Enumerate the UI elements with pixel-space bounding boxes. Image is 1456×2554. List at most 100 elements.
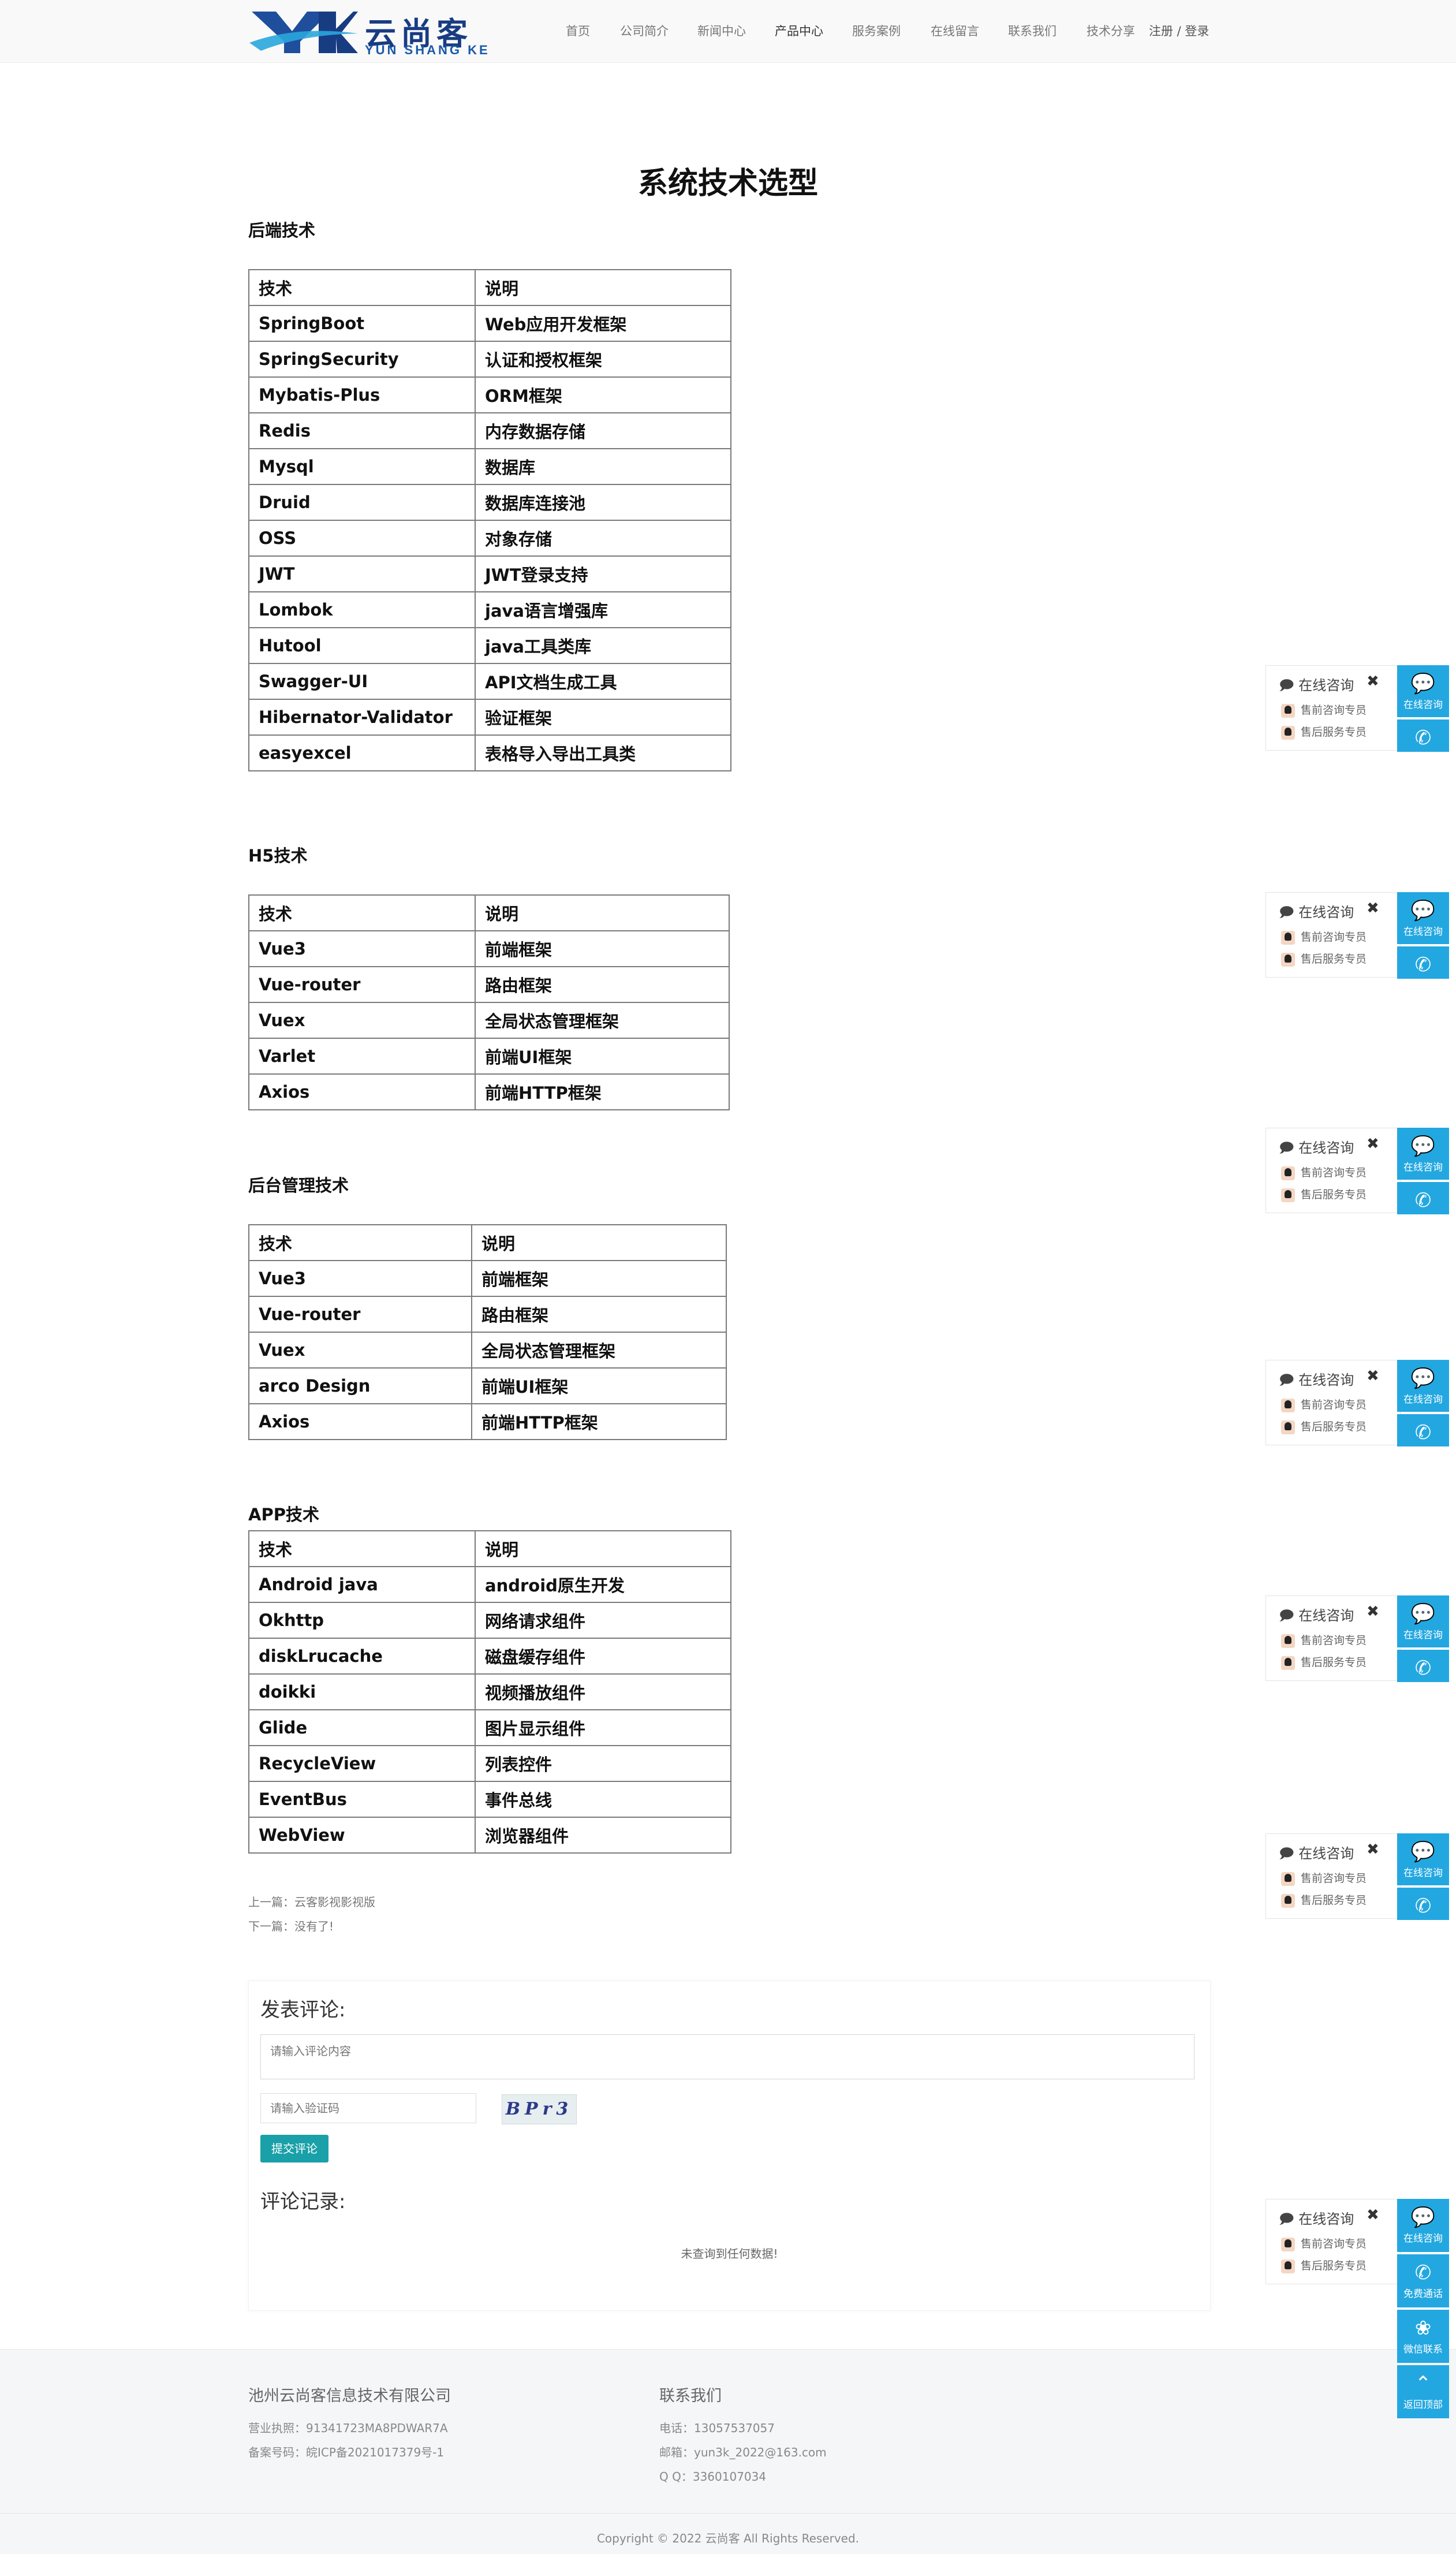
online-consult-panel: 🗩 在线咨询 ✖ 售前咨询专员 售后服务专员: [1265, 1595, 1401, 1681]
aftersale-consult-link[interactable]: 售后服务专员: [1281, 2257, 1367, 2273]
free-call-button[interactable]: ✆免费通话: [1397, 719, 1449, 752]
close-icon[interactable]: ✖: [1367, 1603, 1379, 1620]
free-call-button[interactable]: ✆免费通话: [1397, 946, 1449, 979]
table-header-cell: 说明: [475, 894, 730, 931]
table-header-cell: 说明: [475, 269, 731, 306]
presale-consult-link[interactable]: 售前咨询专员: [1281, 1164, 1367, 1180]
back-to-top-button[interactable]: ⌃ 返回顶部: [1397, 2365, 1449, 2418]
presale-consult-link[interactable]: 售前咨询专员: [1281, 2235, 1367, 2251]
aftersale-consult-link[interactable]: 售后服务专员: [1281, 1892, 1367, 1908]
table-row: Glide 图片显示组件: [248, 1709, 731, 1746]
tech-name-cell: RecycleView: [248, 1745, 476, 1782]
nav-home[interactable]: 首页: [566, 22, 590, 39]
tech-desc-cell: 表格导入导出工具类: [475, 734, 731, 771]
footer-company-col: 池州云尚客信息技术有限公司 营业执照：91341723MA8PDWAR7A 备案…: [248, 2383, 451, 2464]
aftersale-consult-link[interactable]: 售后服务专员: [1281, 1418, 1367, 1434]
close-icon[interactable]: ✖: [1367, 900, 1379, 917]
nav-products[interactable]: 产品中心: [775, 22, 823, 39]
close-icon[interactable]: ✖: [1367, 1367, 1379, 1385]
close-icon[interactable]: ✖: [1367, 2206, 1379, 2224]
tech-desc-cell: JWT登录支持: [475, 555, 731, 592]
aftersale-consult-link[interactable]: 售后服务专员: [1281, 950, 1367, 967]
tech-name-cell: SpringSecurity: [248, 341, 476, 378]
phone-icon: ✆: [1414, 1895, 1432, 1918]
free-call-button[interactable]: ✆免费通话: [1397, 1414, 1449, 1446]
table-row: Vue-router 路由框架: [248, 966, 730, 1003]
table-row: RecycleView 列表控件: [248, 1745, 731, 1782]
qq-avatar-icon: [1281, 1188, 1295, 1202]
nav-message[interactable]: 在线留言: [931, 22, 979, 39]
tech-desc-cell: 前端框架: [471, 1260, 727, 1297]
next-article-link[interactable]: 下一篇：没有了!: [248, 1917, 334, 1934]
submit-comment-button[interactable]: 提交评论: [260, 2135, 328, 2162]
free-call-button[interactable]: ✆免费通话: [1397, 2254, 1449, 2307]
floating-contact-widget: 🗩 在线咨询 ✖ 售前咨询专员 售后服务专员 💬在线咨询 ✆免费通话: [1265, 1833, 1456, 1920]
online-consult-panel: 🗩 在线咨询 ✖ 售前咨询专员 售后服务专员: [1265, 665, 1401, 751]
table-header-cell: 技术: [248, 269, 476, 306]
presale-consult-link[interactable]: 售前咨询专员: [1281, 929, 1367, 945]
close-icon[interactable]: ✖: [1367, 673, 1379, 690]
qq-avatar-icon: [1281, 1420, 1295, 1434]
tech-name-cell: Vue3: [248, 930, 476, 967]
phone-icon: ✆: [1414, 1657, 1432, 1680]
free-call-button[interactable]: ✆免费通话: [1397, 1888, 1449, 1920]
online-consult-button[interactable]: 💬 在线咨询: [1397, 1833, 1449, 1885]
tech-desc-cell: 前端框架: [475, 930, 730, 967]
tech-desc-cell: ORM框架: [475, 376, 731, 413]
close-icon[interactable]: ✖: [1367, 1841, 1379, 1858]
page-title: 系统技术选型: [637, 166, 818, 201]
online-consult-button[interactable]: 💬 在线咨询: [1397, 1360, 1449, 1412]
presale-consult-link[interactable]: 售前咨询专员: [1281, 702, 1367, 718]
nav-about[interactable]: 公司简介: [620, 22, 669, 39]
footer-email: 邮箱：yun3k_2022@163.com: [659, 2445, 827, 2459]
aftersale-consult-link[interactable]: 售后服务专员: [1281, 1186, 1367, 1202]
site-logo[interactable]: 云尚客 YUN SHANG KE: [249, 6, 498, 57]
table-row: diskLrucache 磁盘缓存组件: [248, 1638, 731, 1675]
section-heading-backend: 后端技术: [248, 221, 316, 240]
free-call-button[interactable]: ✆免费通话: [1397, 1650, 1449, 1682]
nav-news[interactable]: 新闻中心: [697, 22, 746, 39]
tech-name-cell: Swagger-UI: [248, 663, 476, 700]
footer-icp[interactable]: 备案号码：皖ICP备2021017379号-1: [248, 2440, 451, 2464]
free-call-button[interactable]: ✆免费通话: [1397, 1182, 1449, 1214]
tech-name-cell: Varlet: [248, 1038, 476, 1075]
table-row: Vuex 全局状态管理框架: [248, 1332, 727, 1369]
online-consult-panel: 🗩 在线咨询 ✖ 售前咨询专员 售后服务专员: [1265, 1128, 1401, 1213]
footer: 池州云尚客信息技术有限公司 营业执照：91341723MA8PDWAR7A 备案…: [0, 2349, 1456, 2554]
nav-contact[interactable]: 联系我们: [1008, 22, 1056, 39]
presale-consult-link[interactable]: 售前咨询专员: [1281, 1632, 1367, 1648]
section-heading-admin: 后台管理技术: [248, 1176, 349, 1195]
presale-consult-link[interactable]: 售前咨询专员: [1281, 1870, 1367, 1886]
presale-consult-link[interactable]: 售前咨询专员: [1281, 1396, 1367, 1412]
aftersale-consult-link[interactable]: 售后服务专员: [1281, 724, 1367, 740]
aftersale-consult-link[interactable]: 售后服务专员: [1281, 1654, 1367, 1670]
online-consult-button[interactable]: 💬 在线咨询: [1397, 2199, 1449, 2252]
online-consult-button[interactable]: 💬 在线咨询: [1397, 892, 1449, 944]
online-consult-button[interactable]: 💬 在线咨询: [1397, 665, 1449, 717]
table-header-cell: 说明: [471, 1224, 727, 1261]
tech-desc-cell: Web应用开发框架: [475, 305, 731, 342]
comment-textarea[interactable]: [260, 2034, 1194, 2079]
chat-bubble-icon: 🗩: [1279, 2211, 1299, 2227]
consult-panel-title: 🗩 在线咨询: [1279, 677, 1354, 694]
tech-desc-cell: 内存数据存储: [475, 412, 731, 449]
tech-desc-cell: 图片显示组件: [475, 1709, 731, 1746]
tech-desc-cell: 全局状态管理框架: [475, 1002, 730, 1039]
wechat-contact-button[interactable]: ❀ 微信联系: [1397, 2310, 1449, 2363]
close-icon[interactable]: ✖: [1367, 1135, 1379, 1153]
nav-tech-share[interactable]: 技术分享: [1087, 22, 1135, 39]
chat-icon: 💬: [1410, 672, 1436, 695]
table-row: WebView 浏览器组件: [248, 1817, 731, 1854]
phone-icon: ✆: [1414, 953, 1432, 976]
tech-desc-cell: android原生开发: [475, 1566, 731, 1603]
captcha-image[interactable]: BPr3: [502, 2094, 577, 2124]
online-consult-button[interactable]: 💬 在线咨询: [1397, 1128, 1449, 1180]
prev-article-link[interactable]: 上一篇：云客影视影视版: [248, 1893, 375, 1910]
captcha-input[interactable]: [260, 2093, 476, 2123]
footer-divider: [0, 2513, 1456, 2514]
tech-name-cell: doikki: [248, 1673, 476, 1710]
tech-name-cell: arco Design: [248, 1367, 472, 1404]
online-consult-button[interactable]: 💬 在线咨询: [1397, 1595, 1449, 1647]
login-register-link[interactable]: 注册 / 登录: [1149, 22, 1209, 39]
nav-cases[interactable]: 服务案例: [852, 22, 901, 39]
